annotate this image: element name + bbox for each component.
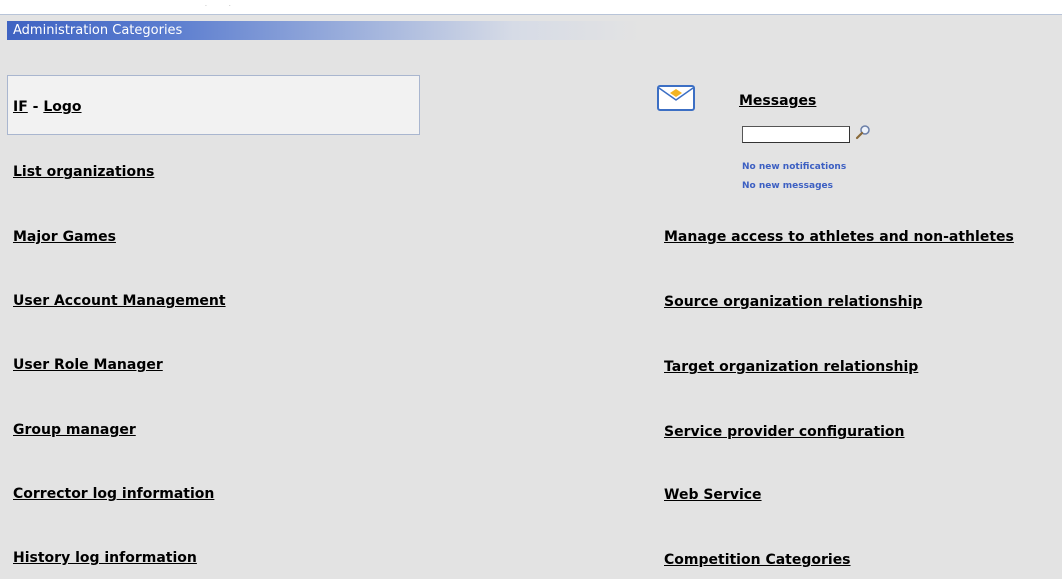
messages-status[interactable]: No new messages: [742, 181, 833, 191]
link-service-provider-configuration[interactable]: Service provider configuration: [664, 424, 905, 440]
notifications-status[interactable]: No new notifications: [742, 162, 846, 172]
link-user-account-management[interactable]: User Account Management: [13, 293, 226, 309]
top-strip-marks: · ·: [205, 3, 241, 10]
link-competition-categories[interactable]: Competition Categories: [664, 552, 851, 568]
link-target-organization-relationship[interactable]: Target organization relationship: [664, 359, 918, 375]
top-strip: · ·: [0, 0, 1062, 15]
search-icon[interactable]: [855, 124, 871, 140]
if-logo-separator: -: [27, 99, 44, 115]
envelope-icon[interactable]: [657, 85, 695, 111]
header-title: Administration Categories: [13, 23, 183, 38]
link-web-service[interactable]: Web Service: [664, 487, 762, 503]
link-major-games[interactable]: Major Games: [13, 229, 116, 245]
link-user-role-manager[interactable]: User Role Manager: [13, 357, 163, 373]
if-logo-text: IF - Logo: [13, 99, 82, 115]
link-list-organizations[interactable]: List organizations: [13, 164, 154, 180]
link-source-organization-relationship[interactable]: Source organization relationship: [664, 294, 922, 310]
administration-categories-header: Administration Categories: [7, 21, 640, 40]
link-history-log-information[interactable]: History log information: [13, 550, 197, 566]
messages-link[interactable]: Messages: [739, 93, 816, 109]
if-link[interactable]: IF: [13, 99, 28, 115]
logo-link[interactable]: Logo: [43, 99, 81, 115]
link-corrector-log-information[interactable]: Corrector log information: [13, 486, 214, 502]
messages-search-input[interactable]: [742, 126, 850, 143]
link-manage-access[interactable]: Manage access to athletes and non-athlet…: [664, 229, 1014, 245]
link-group-manager[interactable]: Group manager: [13, 422, 136, 438]
if-logo-box: IF - Logo: [7, 75, 420, 135]
